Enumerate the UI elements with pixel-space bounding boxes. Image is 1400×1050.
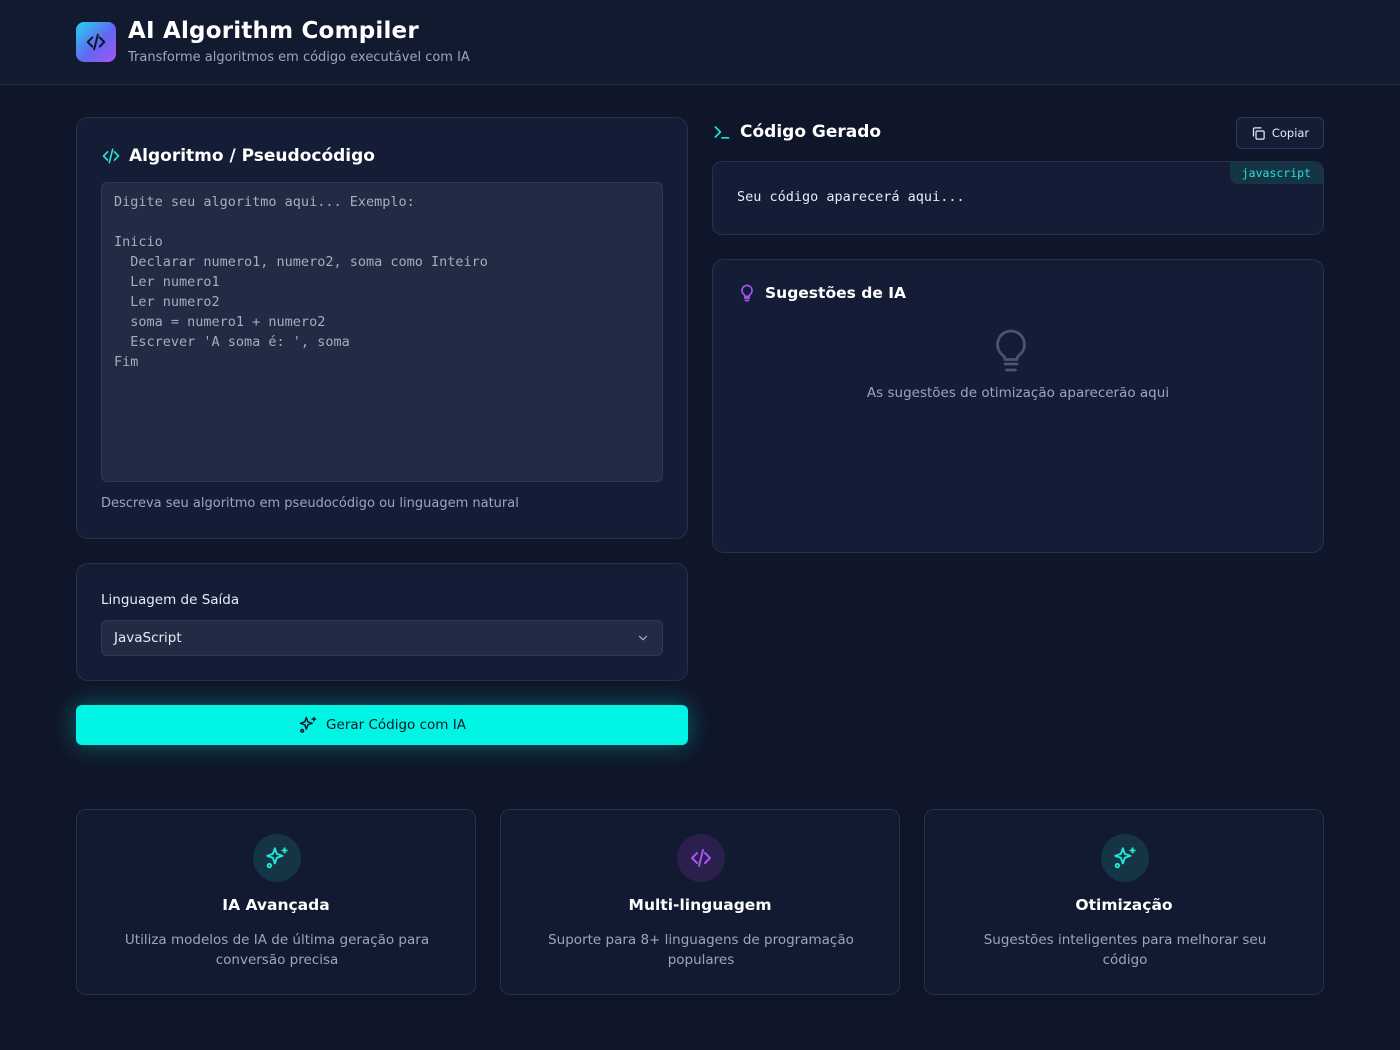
sparkles-icon bbox=[1101, 834, 1149, 882]
suggestions-empty-text: As sugestões de otimização aparecerão aq… bbox=[866, 385, 1170, 401]
feature-title: Multi-linguagem bbox=[628, 896, 772, 914]
feature-card-ai: IA Avançada Utiliza modelos de IA de últ… bbox=[76, 809, 476, 995]
generated-code-box[interactable]: javascript Seu código aparecerá aqui... bbox=[712, 161, 1324, 235]
app-header: AI Algorithm Compiler Transforme algorit… bbox=[0, 0, 1400, 85]
algorithm-panel-title-text: Algoritmo / Pseudocódigo bbox=[129, 146, 375, 166]
copy-button-label: Copiar bbox=[1271, 126, 1310, 140]
sparkles-icon bbox=[253, 834, 301, 882]
generated-code-placeholder: Seu código aparecerá aqui... bbox=[737, 189, 965, 205]
empty-lightbulb-icon bbox=[993, 328, 1029, 376]
feature-description: Sugestões inteligentes para melhorar seu… bbox=[983, 932, 1267, 968]
copy-icon bbox=[1251, 126, 1266, 141]
algorithm-hint: Descreva seu algoritmo em pseudocódigo o… bbox=[101, 496, 519, 511]
language-badge: javascript bbox=[1229, 162, 1323, 184]
suggestions-title: Sugestões de IA bbox=[737, 283, 906, 303]
feature-description: Suporte para 8+ linguagens de programaçã… bbox=[548, 932, 854, 968]
generated-code-title-text: Código Gerado bbox=[740, 122, 882, 142]
sparkles-icon bbox=[298, 715, 318, 735]
app-subtitle: Transforme algoritmos em código executáv… bbox=[128, 50, 470, 65]
generate-code-button[interactable]: Gerar Código com IA bbox=[76, 705, 688, 745]
code-icon bbox=[101, 146, 121, 166]
feature-description: Utiliza modelos de IA de última geração … bbox=[124, 932, 430, 968]
feature-card-multilanguage: Multi-linguagem Suporte para 8+ linguage… bbox=[500, 809, 900, 995]
suggestions-title-text: Sugestões de IA bbox=[765, 284, 906, 302]
generate-code-label: Gerar Código com IA bbox=[326, 717, 466, 733]
algorithm-input-card: Algoritmo / Pseudocódigo Digite seu algo… bbox=[76, 117, 688, 539]
logo-code-icon bbox=[76, 22, 116, 62]
algorithm-panel-title: Algoritmo / Pseudocódigo bbox=[101, 146, 375, 166]
feature-title: IA Avançada bbox=[222, 896, 330, 914]
app-title: AI Algorithm Compiler bbox=[128, 18, 419, 44]
terminal-icon bbox=[712, 122, 732, 142]
code-icon bbox=[677, 834, 725, 882]
selected-language: JavaScript bbox=[114, 630, 182, 646]
lightbulb-icon bbox=[737, 283, 757, 303]
language-card: Linguagem de Saída JavaScript bbox=[76, 563, 688, 681]
output-language-label: Linguagem de Saída bbox=[101, 592, 240, 608]
feature-title: Otimização bbox=[1075, 896, 1173, 914]
output-language-select[interactable]: JavaScript bbox=[101, 620, 663, 656]
feature-card-optimization: Otimização Sugestões inteligentes para m… bbox=[924, 809, 1324, 995]
chevron-down-icon bbox=[636, 631, 650, 645]
generated-code-title: Código Gerado bbox=[712, 122, 881, 142]
suggestions-card: Sugestões de IA As sugestões de otimizaç… bbox=[712, 259, 1324, 553]
algorithm-textarea[interactable]: Digite seu algoritmo aqui... Exemplo: In… bbox=[101, 182, 663, 482]
copy-button[interactable]: Copiar bbox=[1236, 117, 1324, 149]
